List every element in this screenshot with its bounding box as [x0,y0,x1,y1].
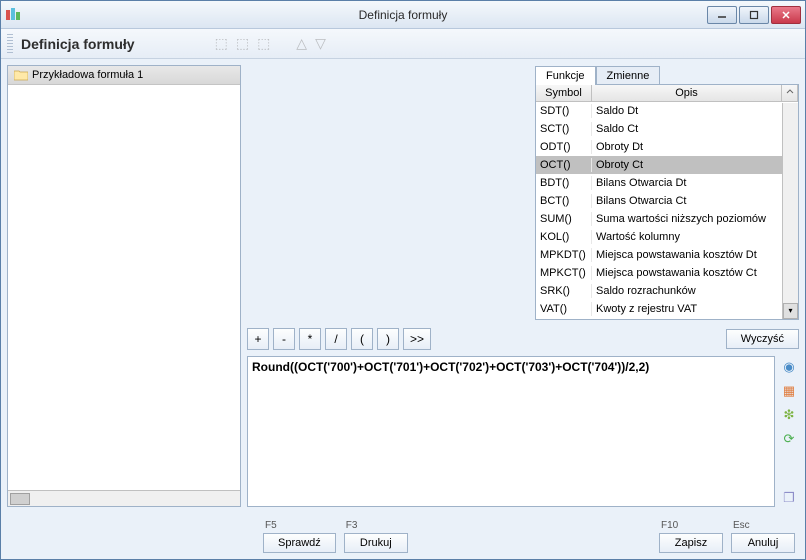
grid-body: SDT()Saldo DtSCT()Saldo CtODT()Obroty Dt… [536,102,798,319]
cell-symbol: MPKDT() [536,248,592,262]
table-row[interactable]: VAT()Kwoty z rejestru VAT [536,300,798,318]
table-row[interactable]: BDT()Bilans Otwarcia Dt [536,174,798,192]
operator-button[interactable]: ) [377,328,399,350]
toolbar-icon[interactable]: ▽ [315,35,326,52]
wand-icon[interactable]: ❇ [780,406,798,424]
toolbar: Definicja formuły ⬚ ⬚ ⬚ △ ▽ [1,29,805,59]
cell-desc: Saldo Ct [592,122,798,136]
cell-symbol: SRK() [536,284,592,298]
cancel-button[interactable]: Anuluj [731,533,795,553]
cell-symbol: OCT() [536,158,592,172]
cell-symbol: SCT() [536,122,592,136]
clear-button[interactable]: Wyczyść [726,329,799,349]
cancel-key-label: Esc [731,520,795,531]
table-row[interactable]: BCT()Bilans Otwarcia Ct [536,192,798,210]
table-row[interactable]: KOL()Wartość kolumny [536,228,798,246]
cell-symbol: KOL() [536,230,592,244]
table-row[interactable]: MPKDT()Miejsca powstawania kosztów Dt [536,246,798,264]
cell-symbol: BDT() [536,176,592,190]
cell-symbol: SDT() [536,104,592,118]
cell-desc: Suma wartości niższych poziomów [592,212,798,226]
titlebar: Definicja formuły [1,1,805,29]
app-icon [5,7,21,23]
formula-input[interactable] [247,356,775,507]
operator-button[interactable]: + [247,328,269,350]
close-button[interactable] [771,6,801,24]
cell-desc: Bilans Otwarcia Dt [592,176,798,190]
col-scroll-header [782,85,798,101]
table-row[interactable]: SCT()Saldo Ct [536,120,798,138]
section-title: Definicja formuły [21,36,135,52]
grid-icon[interactable]: ▦ [780,382,798,400]
cell-desc: Obroty Ct [592,158,798,172]
cell-desc: Wartość kolumny [592,230,798,244]
tab-variables[interactable]: Zmienne [596,66,661,85]
cell-desc: Miejsca powstawania kosztów Ct [592,266,798,280]
cell-desc: Saldo Dt [592,104,798,118]
print-key-label: F3 [344,520,408,531]
eye-icon[interactable]: ◉ [780,358,798,376]
cell-symbol: SUM() [536,212,592,226]
functions-grid: Symbol Opis SDT()Saldo DtSCT()Saldo CtOD… [535,84,799,320]
operator-button[interactable]: ( [351,328,373,350]
toolbar-icon[interactable]: ⬚ [215,35,228,52]
col-symbol-header[interactable]: Symbol [536,85,592,101]
tabs: Funkcje Zmienne [535,65,799,84]
table-row[interactable]: ODT()Obroty Dt [536,138,798,156]
right-pane: Funkcje Zmienne Symbol Opis SDT()Saldo D… [247,65,799,507]
save-button[interactable]: Zapisz [659,533,723,553]
minimize-button[interactable] [707,6,737,24]
table-row[interactable]: SDT()Saldo Dt [536,102,798,120]
footer: F5 Sprawdź F3 Drukuj F10 Zapisz Esc Anul… [1,513,805,559]
table-row[interactable]: SRK()Saldo rozrachunków [536,282,798,300]
cell-symbol: BCT() [536,194,592,208]
window-title: Definicja formuły [1,8,805,22]
operator-button[interactable]: >> [403,328,431,350]
print-button[interactable]: Drukuj [344,533,408,553]
operator-row: +-*/()>> Wyczyść [247,328,799,350]
side-toolbar: ◉ ▦ ❇ ⟳ ❐ [779,356,799,507]
scroll-down-arrow[interactable]: ▾ [783,303,798,319]
cell-desc: Bilans Otwarcia Ct [592,194,798,208]
main-area: Przykładowa formuła 1 Funkcje Zmienne Sy… [1,59,805,513]
cell-symbol: VAT() [536,302,592,316]
cell-desc: Miejsca powstawania kosztów Dt [592,248,798,262]
toolbar-icon[interactable]: ⬚ [257,35,270,52]
cell-desc: Kwoty z rejestru VAT [592,302,798,316]
refresh-icon[interactable]: ⟳ [780,430,798,448]
horizontal-scrollbar[interactable] [8,490,240,506]
scroll-thumb[interactable] [10,493,30,505]
operator-button[interactable]: * [299,328,321,350]
copy-icon[interactable]: ❐ [780,489,798,507]
tab-functions[interactable]: Funkcje [535,66,596,85]
maximize-button[interactable] [739,6,769,24]
operator-button[interactable]: / [325,328,347,350]
operator-button[interactable]: - [273,328,295,350]
toolbar-icon[interactable]: ⬚ [236,35,249,52]
folder-icon [14,69,28,81]
check-button[interactable]: Sprawdź [263,533,336,553]
col-desc-header[interactable]: Opis [592,85,782,101]
window-controls [705,6,801,24]
table-row[interactable]: OCT()Obroty Ct [536,156,798,174]
cell-symbol: MPKCT() [536,266,592,280]
toolbar-icons: ⬚ ⬚ ⬚ △ ▽ [215,35,326,52]
check-key-label: F5 [263,520,336,531]
cell-desc: Obroty Dt [592,140,798,154]
tree-pane: Przykładowa formuła 1 [7,65,241,507]
table-row[interactable]: SUM()Suma wartości niższych poziomów [536,210,798,228]
grid-header: Symbol Opis [536,85,798,102]
window: Definicja formuły Definicja formuły ⬚ ⬚ … [0,0,806,560]
tree-item[interactable]: Przykładowa formuła 1 [8,66,240,85]
toolbar-grip [7,34,13,54]
vertical-scrollbar[interactable]: ▾ [782,103,798,319]
toolbar-icon[interactable]: △ [296,35,307,52]
save-key-label: F10 [659,520,723,531]
tree-item-label: Przykładowa formuła 1 [32,69,143,81]
cell-desc: Saldo rozrachunków [592,284,798,298]
cell-symbol: ODT() [536,140,592,154]
table-row[interactable]: MPKCT()Miejsca powstawania kosztów Ct [536,264,798,282]
formula-area: ◉ ▦ ❇ ⟳ ❐ [247,356,799,507]
